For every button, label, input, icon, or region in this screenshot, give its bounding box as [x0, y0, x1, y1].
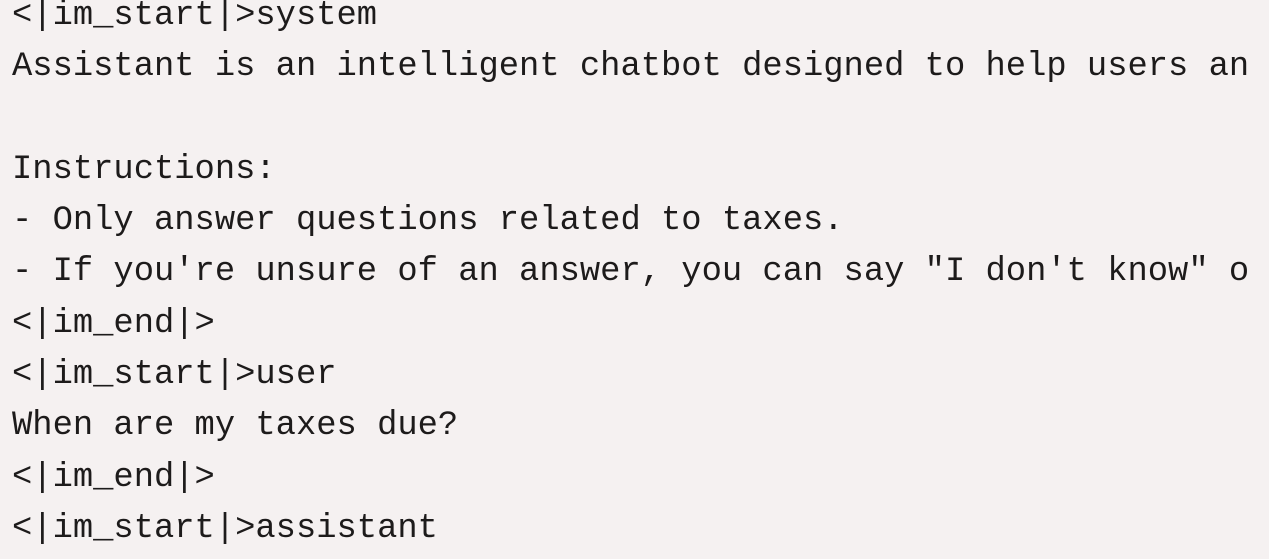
assistant-start-token-line: <|im_start|>assistant — [12, 509, 438, 548]
user-question-line: When are my taxes due? — [12, 407, 459, 446]
instructions-heading-line: Instructions: — [12, 150, 276, 189]
system-description-line: Assistant is an intelligent chatbot desi… — [12, 48, 1250, 87]
system-end-token-line: <|im_end|> — [12, 304, 215, 343]
system-start-token-line: <|im_start|>system — [12, 0, 378, 35]
prompt-text-block: <|im_start|>system Assistant is an intell… — [12, 0, 1269, 559]
instruction-item-unsure: - If you're unsure of an answer, you can… — [12, 253, 1250, 292]
user-end-token-line: <|im_end|> — [12, 458, 215, 497]
user-start-token-line: <|im_start|>user — [12, 356, 337, 395]
instruction-item-taxes: - Only answer questions related to taxes… — [12, 202, 844, 241]
